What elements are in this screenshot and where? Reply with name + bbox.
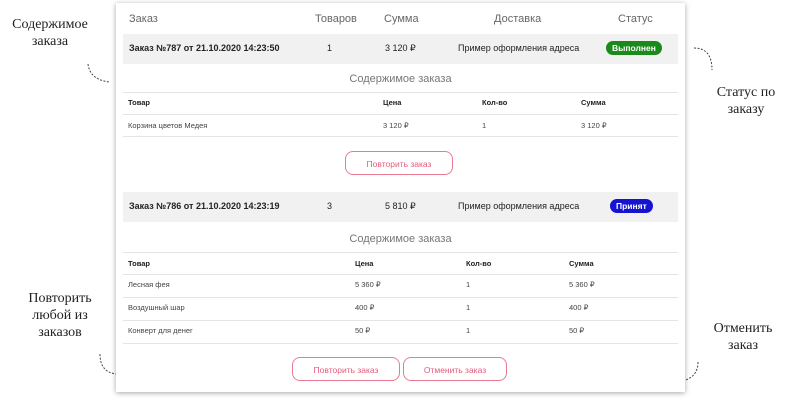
product-qty: 1	[466, 303, 471, 312]
product-total: 50 ₽	[569, 326, 585, 335]
order-sum: 3 120 ₽	[385, 43, 416, 53]
header-items: Товаров	[315, 13, 357, 25]
product-qty: 1	[466, 280, 471, 289]
product-name: Лесная фея	[128, 280, 170, 289]
header-sum: Сумма	[384, 13, 419, 25]
product-price: 3 120 ₽	[383, 121, 409, 130]
divider	[123, 114, 678, 115]
product-price: 50 ₽	[355, 326, 371, 335]
divider	[123, 252, 678, 253]
product-price: 400 ₽	[355, 303, 375, 312]
column-total: Сумма	[581, 98, 606, 107]
column-qty: Кол-во	[466, 259, 492, 268]
order-delivery: Пример оформления адреса	[458, 201, 580, 211]
annotation-arrow-contents	[87, 63, 111, 83]
product-qty: 1	[482, 121, 487, 130]
header-delivery: Доставка	[494, 13, 542, 25]
product-name: Конверт для денег	[128, 326, 193, 335]
order-row[interactable]: Заказ №786 от 21.10.2020 14:23:19 3 5 81…	[123, 192, 678, 222]
annotation-arrow-status	[693, 47, 713, 71]
order-sum: 5 810 ₽	[385, 201, 416, 211]
order-row[interactable]: Заказ №787 от 21.10.2020 14:23:50 1 3 12…	[123, 34, 678, 64]
cancel-order-button[interactable]: Отменить заказ	[403, 357, 507, 381]
status-badge: Выполнен	[606, 41, 662, 55]
header-status: Статус	[618, 13, 653, 25]
status-badge: Принят	[610, 199, 653, 213]
product-price: 5 360 ₽	[355, 280, 381, 289]
order-title: Заказ №787 от 21.10.2020 14:23:50	[129, 43, 280, 53]
header-order: Заказ	[129, 13, 158, 25]
column-qty: Кол-во	[482, 98, 508, 107]
column-price: Цена	[355, 259, 374, 268]
annotation-cancel: Отменить заказ	[713, 321, 773, 353]
annotation-contents: Содержимое заказа	[12, 17, 88, 49]
order-contents-title: Содержимое заказа	[349, 73, 452, 85]
divider	[123, 343, 678, 344]
divider	[123, 320, 678, 321]
product-total: 3 120 ₽	[581, 121, 607, 130]
order-title: Заказ №786 от 21.10.2020 14:23:19	[129, 201, 280, 211]
product-total: 5 360 ₽	[569, 280, 595, 289]
order-delivery: Пример оформления адреса	[458, 43, 580, 53]
product-name: Воздушный шар	[128, 303, 185, 312]
product-qty: 1	[466, 326, 471, 335]
annotation-repeat: Повторить любой из заказов	[28, 291, 92, 340]
column-product: Товар	[128, 98, 150, 107]
repeat-order-button[interactable]: Повторить заказ	[345, 151, 453, 175]
order-contents-title: Содержимое заказа	[349, 233, 452, 245]
divider	[123, 136, 678, 137]
column-price: Цена	[383, 98, 402, 107]
divider	[123, 92, 678, 93]
product-name: Корзина цветов Медея	[128, 121, 208, 130]
divider	[123, 274, 678, 275]
annotation-status: Статус по заказу	[716, 85, 776, 117]
orders-panel: Заказ Товаров Сумма Доставка Статус Зака…	[116, 3, 685, 392]
column-product: Товар	[128, 259, 150, 268]
repeat-order-button[interactable]: Повторить заказ	[292, 357, 400, 381]
order-item-count: 1	[327, 43, 333, 53]
order-item-count: 3	[327, 201, 333, 211]
product-total: 400 ₽	[569, 303, 589, 312]
column-total: Сумма	[569, 259, 594, 268]
divider	[123, 297, 678, 298]
